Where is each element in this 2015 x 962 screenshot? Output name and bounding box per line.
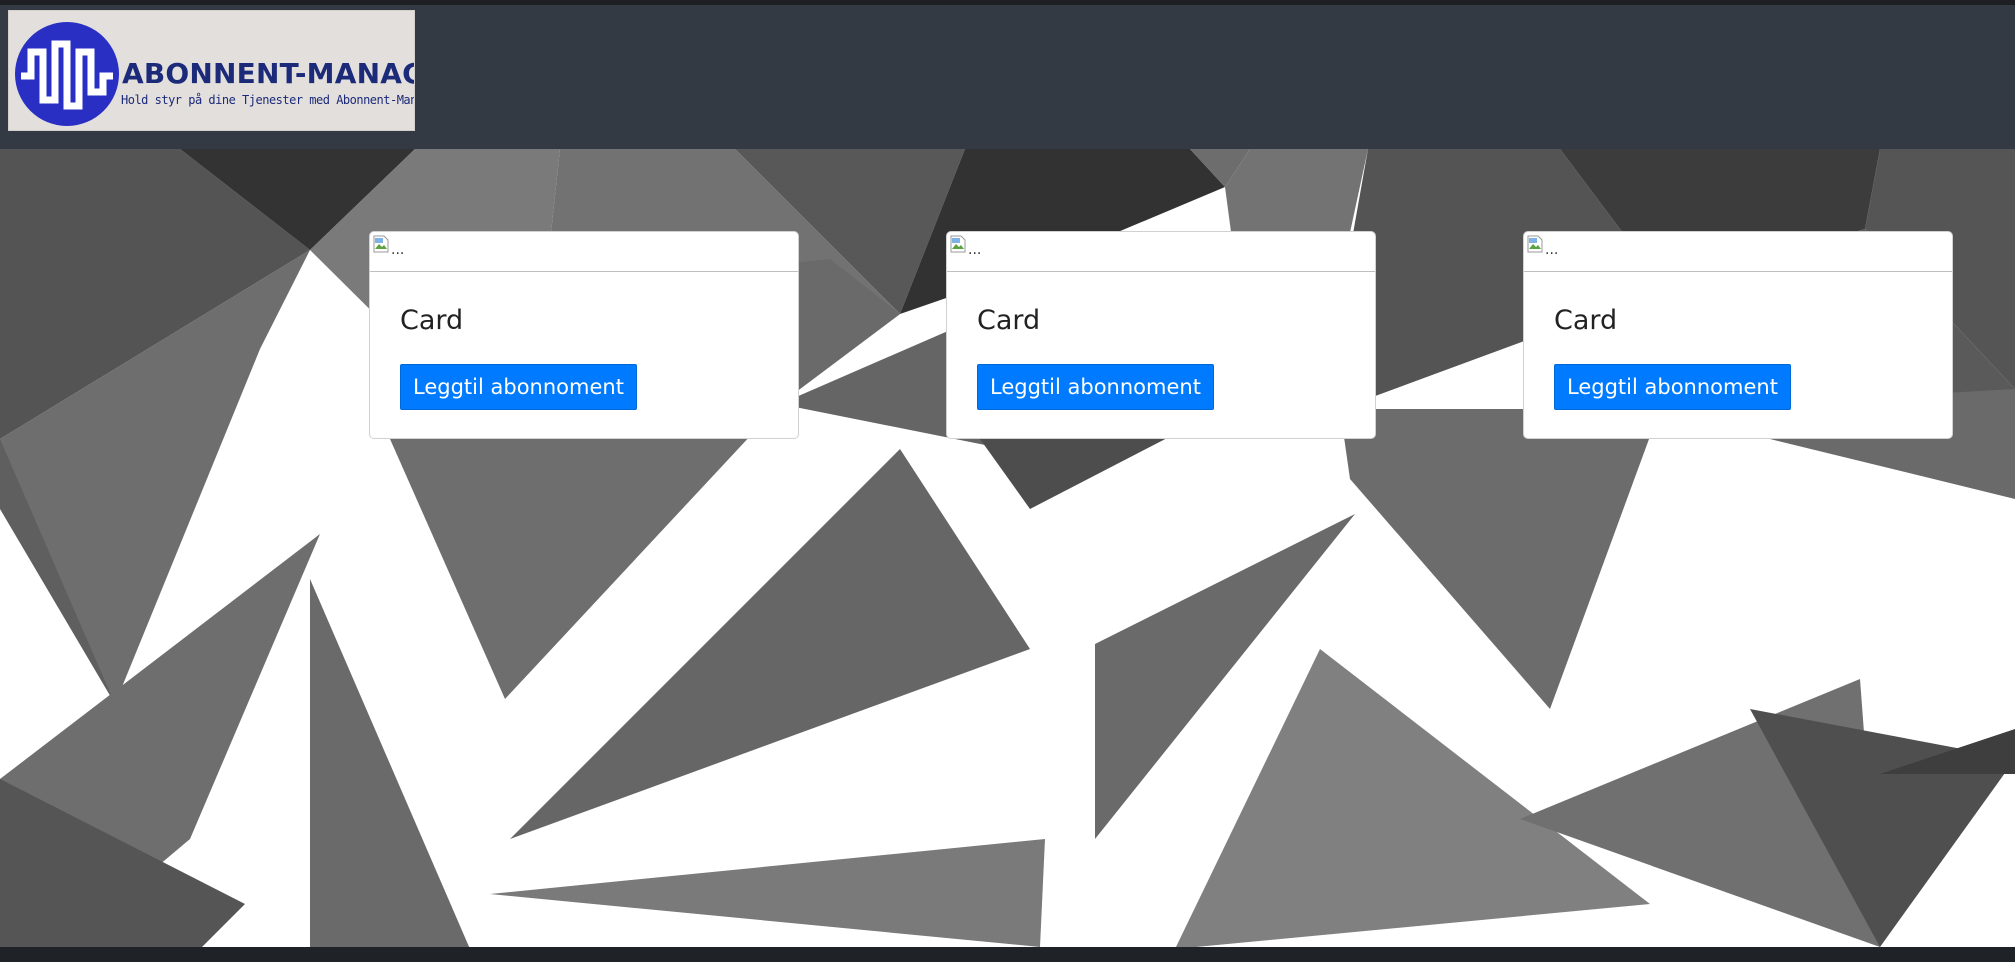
add-subscription-button[interactable]: Leggtil abonnoment	[1554, 364, 1791, 410]
add-subscription-button[interactable]: Leggtil abonnoment	[400, 364, 637, 410]
card: ... Card Leggtil abonnoment	[369, 231, 799, 439]
card-image-alt: ...	[391, 242, 405, 258]
logo-wave-icon	[15, 22, 119, 126]
broken-image-icon	[1527, 235, 1543, 253]
card-title: Card	[1554, 305, 1618, 336]
card: ... Card Leggtil abonnoment	[1523, 231, 1953, 439]
card: ... Card Leggtil abonnoment	[946, 231, 1376, 439]
card-image: ...	[370, 232, 798, 272]
brand-name: ABONNENT-MANAGER	[122, 57, 414, 90]
card-title: Card	[977, 305, 1041, 336]
add-subscription-button[interactable]: Leggtil abonnoment	[977, 364, 1214, 410]
brand-logo[interactable]: ABONNENT-MANAGER Hold styr på dine Tjene…	[8, 10, 415, 131]
broken-image-icon	[373, 235, 389, 253]
brand-tagline: Hold styr på dine Tjenester med Abonnent…	[121, 93, 415, 107]
navbar: ABONNENT-MANAGER Hold styr på dine Tjene…	[0, 5, 2015, 149]
broken-image-icon	[950, 235, 966, 253]
card-image-alt: ...	[968, 242, 982, 258]
card-image: ...	[1524, 232, 1952, 272]
bottom-edge	[0, 947, 2015, 962]
card-image-alt: ...	[1545, 242, 1559, 258]
card-title: Card	[400, 305, 464, 336]
card-image: ...	[947, 232, 1375, 272]
